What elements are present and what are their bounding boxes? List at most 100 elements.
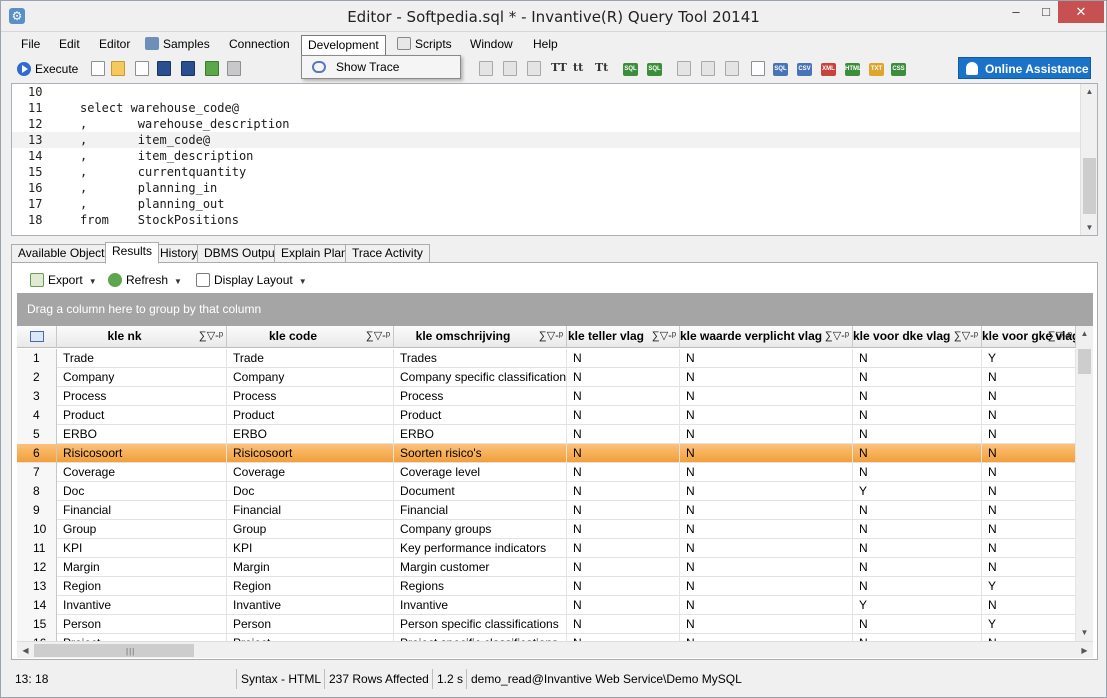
grid-scroll-down-icon[interactable]: ▼ [1076,625,1093,640]
column-header[interactable]: kle teller vlag ∑▽-ᵖ [567,326,680,348]
code-text[interactable]: , planning_in [80,180,217,196]
table-cell[interactable]: N [982,444,1076,463]
table-cell[interactable]: Doc [57,482,227,501]
table-row[interactable]: 5 ERBO ERBO ERBO N N N N [17,425,1076,444]
table-cell[interactable]: Key performance indicators [394,539,567,558]
table-cell[interactable]: N [853,520,982,539]
table-cell[interactable]: Person [57,615,227,634]
column-header[interactable]: kle code ∑▽-ᵖ [227,326,394,348]
table-cell[interactable]: Company specific classifications [394,368,567,387]
close-button[interactable]: ✕ [1058,1,1104,23]
scroll-up-arrow-icon[interactable]: ▲ [1081,84,1098,99]
row-number[interactable]: 10 [17,520,57,539]
replace-icon[interactable] [701,61,715,76]
table-cell[interactable]: N [853,444,982,463]
new-file-icon[interactable] [91,61,105,76]
save-as-icon[interactable] [181,61,195,76]
table-cell[interactable]: Financial [227,501,394,520]
grid-horizontal-scrollbar[interactable]: ◀ ||| ▶ [17,641,1093,658]
table-cell[interactable]: N [853,501,982,520]
code-line[interactable]: 13 , item_code@ [12,132,1080,148]
menu-scripts[interactable]: Scripts [391,35,458,55]
table-cell[interactable]: ERBO [227,425,394,444]
column-filter-icon[interactable]: ∑▽-ᵖ [954,326,978,347]
table-row[interactable]: 9 Financial Financial Financial N N N N [17,501,1076,520]
table-cell[interactable]: Product [57,406,227,425]
table-cell[interactable]: Financial [394,501,567,520]
table-cell[interactable]: N [853,349,982,368]
grid-scroll-up-icon[interactable]: ▲ [1076,326,1093,341]
export-button[interactable]: Export ▼ [30,271,97,289]
table-cell[interactable]: N [853,387,982,406]
open-recent-icon[interactable] [135,61,149,76]
menu-editor[interactable]: Editor [93,35,136,55]
column-header[interactable]: kle voor gke vlag ∑▽-ᵖ [982,326,1076,348]
online-assistance-button[interactable]: Online Assistance [958,57,1091,79]
menu-samples[interactable]: Samples [139,35,216,55]
code-text[interactable]: select warehouse_code@ [80,100,239,116]
table-row[interactable]: 10 Group Group Company groups N N N N [17,520,1076,539]
table-cell[interactable]: Coverage [57,463,227,482]
table-cell[interactable]: N [853,425,982,444]
column-filter-icon[interactable]: ∑▽-ᵖ [539,326,563,347]
scroll-down-arrow-icon[interactable]: ▼ [1081,220,1098,235]
tab-explain-plan[interactable]: Explain Plan [274,244,355,263]
table-cell[interactable]: Invantive [394,596,567,615]
table-cell[interactable]: ERBO [394,425,567,444]
table-cell[interactable]: N [567,463,680,482]
open-folder-icon[interactable] [111,61,125,76]
table-cell[interactable]: N [853,577,982,596]
column-header[interactable]: kle voor dke vlag ∑▽-ᵖ [853,326,982,348]
table-cell[interactable]: Coverage level [394,463,567,482]
column-header[interactable]: kle waarde verplicht vlag ∑▽-ᵖ [680,326,853,348]
table-cell[interactable]: N [567,425,680,444]
xml-doc-icon[interactable]: XML [821,63,836,76]
row-number[interactable]: 11 [17,539,57,558]
table-cell[interactable]: Margin customer [394,558,567,577]
table-cell[interactable]: N [982,520,1076,539]
table-cell[interactable]: N [853,634,982,641]
table-row[interactable]: 13 Region Region Regions N N N Y [17,577,1076,596]
table-cell[interactable]: N [567,615,680,634]
sql-editor[interactable]: 10 11 select warehouse_code@ 12 , warehouse_… [11,83,1098,236]
row-number[interactable]: 14 [17,596,57,615]
table-cell[interactable]: N [680,615,853,634]
table-cell[interactable]: Trade [57,349,227,368]
code-text[interactable]: , item_description [80,148,253,164]
column-filter-icon[interactable]: ∑▽-ᵖ [199,326,223,347]
table-cell[interactable]: N [982,634,1076,641]
table-cell[interactable]: N [567,482,680,501]
code-line[interactable]: 11 select warehouse_code@ [12,100,1080,116]
minimize-button[interactable]: – [1001,1,1031,23]
editor-vertical-scrollbar[interactable]: ▲ ▼ [1080,84,1097,235]
code-text[interactable]: from StockPositions [80,212,239,228]
table-cell[interactable]: Y [982,577,1076,596]
table-cell[interactable]: Company groups [394,520,567,539]
table-cell[interactable]: Y [853,596,982,615]
table-cell[interactable]: N [680,558,853,577]
column-filter-icon[interactable]: ∑▽-ᵖ [1048,326,1072,347]
table-cell[interactable]: Group [57,520,227,539]
table-cell[interactable]: N [680,634,853,641]
indent-icon[interactable] [479,61,493,76]
menu-window[interactable]: Window [464,35,519,55]
table-cell[interactable]: N [853,463,982,482]
row-number[interactable]: 6 [17,444,57,463]
table-cell[interactable]: N [982,463,1076,482]
tab-available-objects[interactable]: Available Objects [11,244,118,263]
find-replace-icon[interactable] [677,61,691,76]
table-cell[interactable]: N [680,444,853,463]
table-cell[interactable]: N [853,406,982,425]
code-text[interactable]: , currentquantity [80,164,246,180]
table-cell[interactable]: Trades [394,349,567,368]
grid-hscroll-thumb[interactable]: ||| [34,644,194,657]
table-cell[interactable]: Process [227,387,394,406]
row-number[interactable]: 15 [17,615,57,634]
lowercase-button[interactable]: tt [573,61,583,74]
column-filter-icon[interactable]: ∑▽-ᵖ [366,326,390,347]
table-cell[interactable]: N [982,596,1076,615]
grid-scroll-thumb[interactable] [1078,349,1091,374]
grid-corner[interactable] [17,326,57,348]
table-cell[interactable]: N [567,349,680,368]
tab-dbms-output[interactable]: DBMS Output [197,244,286,263]
